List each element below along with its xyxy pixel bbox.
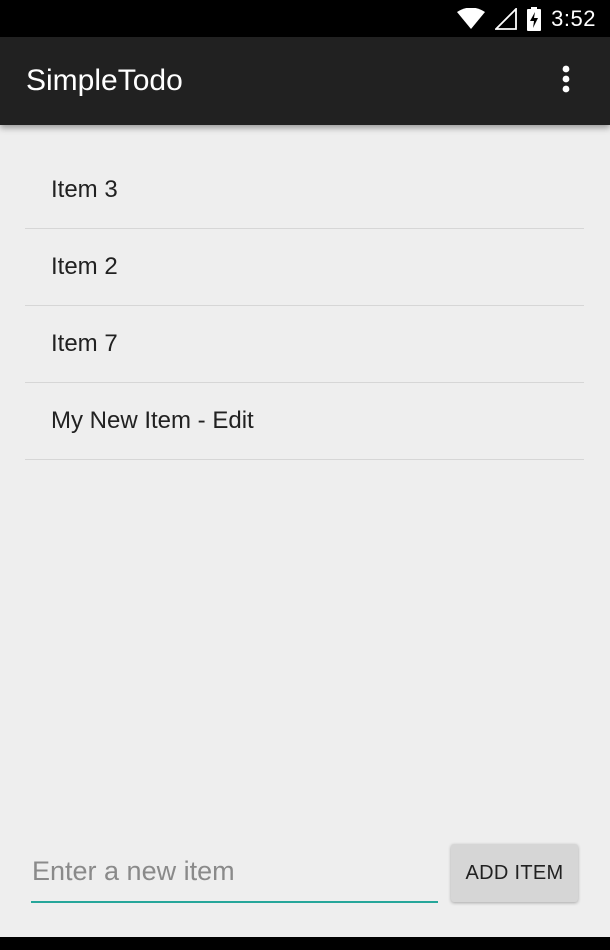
list-item[interactable]: My New Item - Edit xyxy=(25,383,584,460)
add-item-button[interactable]: ADD ITEM xyxy=(451,844,578,902)
overflow-menu-button[interactable] xyxy=(542,57,590,105)
todo-list: Item 3 Item 2 Item 7 My New Item - Edit xyxy=(25,152,584,460)
new-item-input[interactable] xyxy=(31,841,438,903)
app-title: SimpleTodo xyxy=(26,64,183,97)
cell-signal-icon xyxy=(495,7,518,30)
wifi-icon xyxy=(457,7,486,30)
status-icons: 3:52 xyxy=(457,0,596,37)
main-content: Item 3 Item 2 Item 7 My New Item - Edit … xyxy=(0,125,610,937)
list-item-label: Item 2 xyxy=(51,253,118,280)
list-item[interactable]: Item 2 xyxy=(25,229,584,306)
list-item-label: My New Item - Edit xyxy=(51,407,254,434)
app-bar: SimpleTodo xyxy=(0,37,610,125)
status-time: 3:52 xyxy=(551,5,596,31)
status-bar: 3:52 xyxy=(0,0,610,37)
list-item-label: Item 3 xyxy=(51,176,118,203)
more-vert-icon xyxy=(562,65,570,98)
list-item[interactable]: Item 3 xyxy=(25,152,584,229)
navigation-bar xyxy=(0,937,610,950)
list-item-label: Item 7 xyxy=(51,330,118,357)
battery-charging-icon xyxy=(527,6,542,31)
list-item[interactable]: Item 7 xyxy=(25,306,584,383)
